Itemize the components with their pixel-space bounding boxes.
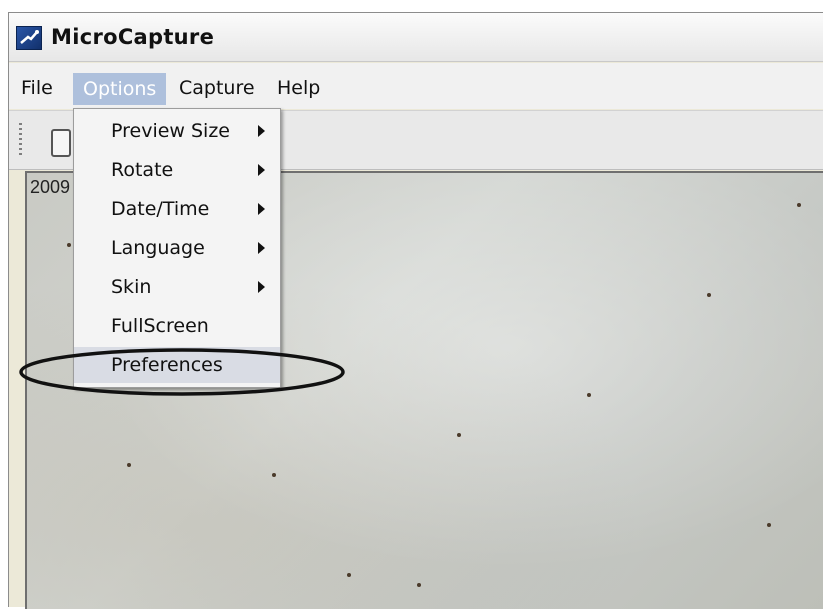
preview-speck: [707, 293, 711, 297]
submenu-arrow-icon: [258, 203, 265, 215]
title-bar[interactable]: MicroCapture: [9, 13, 823, 62]
preview-speck: [67, 243, 71, 247]
menu-item-preview-size[interactable]: Preview Size: [74, 113, 280, 149]
menu-item-fullscreen[interactable]: FullScreen: [74, 308, 280, 344]
preview-speck: [127, 463, 131, 467]
preview-timestamp: 2009: [30, 177, 71, 197]
preview-speck: [417, 583, 421, 587]
microscope-app-icon: [16, 26, 42, 50]
submenu-arrow-icon: [258, 125, 265, 137]
menu-item-skin[interactable]: Skin: [74, 269, 280, 305]
menu-help[interactable]: Help: [277, 74, 320, 102]
menu-item-label: Skin: [111, 276, 152, 298]
preview-speck: [457, 433, 461, 437]
preview-speck: [797, 203, 801, 207]
menu-bar: File Options Capture Help: [9, 63, 823, 109]
submenu-arrow-icon: [258, 164, 265, 176]
options-dropdown-menu: Preview Size Rotate Date/Time Language S…: [73, 108, 281, 388]
menu-item-label: Language: [111, 237, 205, 259]
menu-item-label: Preferences: [111, 354, 223, 376]
menu-item-label: Rotate: [111, 159, 174, 181]
menu-item-preferences[interactable]: Preferences: [74, 347, 280, 383]
menu-item-label: Preview Size: [111, 120, 231, 142]
toolbar-grip[interactable]: [19, 123, 22, 157]
preview-speck: [587, 393, 591, 397]
submenu-arrow-icon: [258, 281, 265, 293]
menu-item-label: Date/Time: [111, 198, 210, 220]
preview-speck: [767, 523, 771, 527]
menu-file[interactable]: File: [21, 74, 53, 102]
preview-speck: [272, 473, 276, 477]
submenu-arrow-icon: [258, 242, 265, 254]
window-title: MicroCapture: [51, 25, 215, 49]
menu-item-label: FullScreen: [111, 315, 209, 337]
menu-capture[interactable]: Capture: [179, 74, 255, 102]
menu-item-language[interactable]: Language: [74, 230, 280, 266]
capture-tool-icon[interactable]: [51, 129, 71, 157]
menu-item-date-time[interactable]: Date/Time: [74, 191, 280, 227]
menu-options[interactable]: Options: [73, 73, 167, 105]
menu-item-rotate[interactable]: Rotate: [74, 152, 280, 188]
preview-speck: [347, 573, 351, 577]
